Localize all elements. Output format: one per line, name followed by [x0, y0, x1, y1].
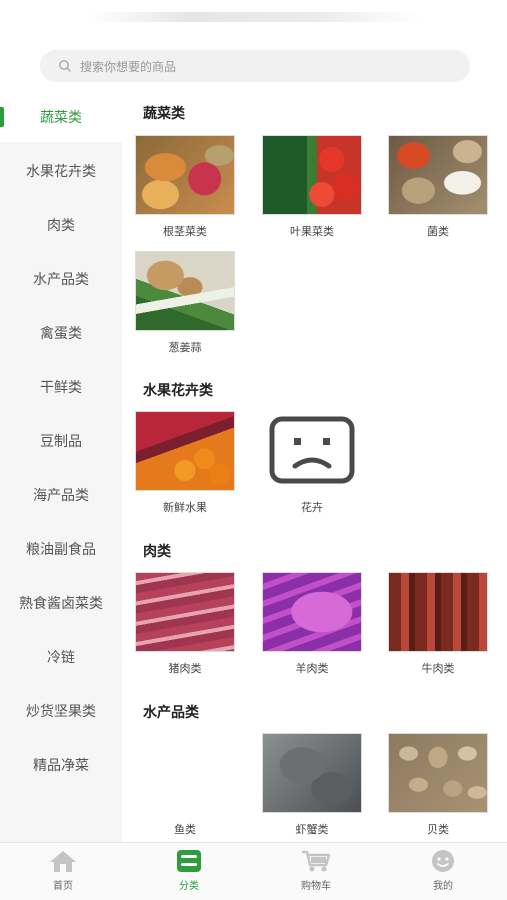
sidebar-item-label: 豆制品 [40, 434, 82, 450]
root-vegetables-image [135, 135, 235, 215]
tab-profile[interactable]: 我的 [380, 849, 506, 892]
status-bar [0, 0, 507, 40]
sidebar-item-meat[interactable]: 肉类 [0, 200, 122, 250]
category-tile-fresh-fruit[interactable]: 新鲜水果 [135, 411, 235, 515]
home-icon [50, 851, 76, 872]
sidebar-item-seafood[interactable]: 海产品类 [0, 470, 122, 520]
tab-label: 我的 [433, 881, 453, 892]
category-tile-shellfish[interactable]: 贝类 [388, 733, 488, 837]
search-bar[interactable]: 搜索你想要的商品 [40, 50, 470, 82]
section-title-meat: 肉类 [143, 544, 171, 560]
scallion-ginger-garlic-image [135, 251, 235, 331]
tile-label: 猪肉类 [168, 662, 202, 675]
mushrooms-image [388, 135, 488, 215]
sidebar-item-vegetables[interactable]: 蔬菜类 [0, 92, 122, 142]
tile-label: 羊肉类 [295, 662, 329, 675]
category-tile-pork[interactable]: 猪肉类 [135, 572, 235, 676]
category-tile-root-vegetables[interactable]: 根茎菜类 [135, 135, 235, 239]
sidebar-item-fruit-flowers[interactable]: 水果花卉类 [0, 146, 122, 196]
tile-label: 鱼类 [174, 823, 196, 836]
sidebar-item-label: 蔬菜类 [40, 110, 82, 126]
sidebar-item-label: 冷链 [47, 650, 75, 666]
cart-icon [302, 850, 331, 872]
tab-home[interactable]: 首页 [0, 849, 126, 892]
sidebar-item-label: 海产品类 [33, 488, 89, 504]
tile-label: 牛肉类 [421, 662, 455, 675]
category-tile-beef[interactable]: 牛肉类 [388, 572, 488, 676]
category-tile-scallion-ginger-garlic[interactable]: 葱姜蒜 [135, 251, 235, 355]
category-tile-leaf-fruit-vegetables[interactable]: 叶果菜类 [262, 135, 362, 239]
category-tile-mushrooms[interactable]: 菌类 [388, 135, 488, 239]
sidebar-item-soy-products[interactable]: 豆制品 [0, 416, 122, 466]
sidebar-item-grain-oil[interactable]: 粮油副食品 [0, 524, 122, 574]
beef-image [388, 572, 488, 652]
tile-label: 花卉 [301, 501, 323, 514]
category-tile-fish[interactable]: 鱼类 [135, 733, 235, 837]
sidebar-item-label: 干鲜类 [40, 380, 82, 396]
sidebar-item-poultry-eggs[interactable]: 禽蛋类 [0, 308, 122, 358]
sidebar-item-label: 水产品类 [33, 272, 89, 288]
tile-label: 葱姜蒜 [168, 341, 202, 354]
fresh-fruit-image [135, 411, 235, 491]
bottom-tab-bar: 首页 分类 购物车 我的 [0, 842, 507, 900]
tile-label: 新鲜水果 [163, 501, 207, 514]
status-bar-blur [90, 12, 420, 22]
sidebar-item-label: 精品净菜 [33, 758, 89, 774]
tile-label: 菌类 [427, 225, 449, 238]
tab-label: 购物车 [301, 881, 331, 892]
shellfish-image [388, 733, 488, 813]
tile-label: 叶果菜类 [290, 225, 334, 238]
category-tile-lamb[interactable]: 羊肉类 [262, 572, 362, 676]
section-title-fruit-flowers: 水果花卉类 [143, 383, 213, 399]
leaf-vegetables-image [262, 135, 362, 215]
sidebar-item-label: 水果花卉类 [26, 164, 96, 180]
category-tile-shrimp-crab[interactable]: 虾蟹类 [262, 733, 362, 837]
sidebar-item-dried-goods[interactable]: 干鲜类 [0, 362, 122, 412]
category-tile-flowers[interactable]: 花卉 [262, 411, 362, 515]
search-icon [59, 60, 71, 72]
sidebar-item-cold-chain[interactable]: 冷链 [0, 632, 122, 682]
search-placeholder: 搜索你想要的商品 [80, 59, 177, 74]
tile-label: 虾蟹类 [295, 823, 329, 836]
sidebar-item-label: 粮油副食品 [26, 542, 96, 558]
sidebar-item-label: 熟食酱卤菜类 [19, 596, 103, 612]
fish-image-empty [135, 733, 235, 813]
sad-face-icon [269, 416, 355, 484]
tab-category[interactable]: 分类 [126, 849, 252, 892]
section-title-aquatic: 水产品类 [143, 705, 199, 721]
sidebar-item-label: 禽蛋类 [40, 326, 82, 342]
sidebar-item-aquatic[interactable]: 水产品类 [0, 254, 122, 304]
image-missing-placeholder [262, 411, 362, 491]
sidebar-item-label: 炒货坚果类 [26, 704, 96, 720]
tab-cart[interactable]: 购物车 [253, 849, 379, 892]
tab-label: 首页 [53, 881, 73, 892]
section-title-vegetables: 蔬菜类 [143, 106, 185, 122]
tab-label: 分类 [179, 881, 199, 892]
sidebar-item-nuts[interactable]: 炒货坚果类 [0, 686, 122, 736]
profile-icon [432, 850, 454, 872]
sidebar-item-prepared-veg[interactable]: 精品净菜 [0, 740, 122, 790]
sidebar-item-label: 肉类 [47, 218, 75, 234]
pork-image [135, 572, 235, 652]
shrimp-crab-image [262, 733, 362, 813]
tile-label: 贝类 [427, 823, 449, 836]
category-sidebar: 蔬菜类 水果花卉类 肉类 水产品类 禽蛋类 干鲜类 豆制品 海产品类 粮油副食品… [0, 92, 122, 842]
lamb-image [262, 572, 362, 652]
category-icon [177, 850, 201, 872]
sidebar-item-deli[interactable]: 熟食酱卤菜类 [0, 578, 122, 628]
tile-label: 根茎菜类 [163, 225, 207, 238]
